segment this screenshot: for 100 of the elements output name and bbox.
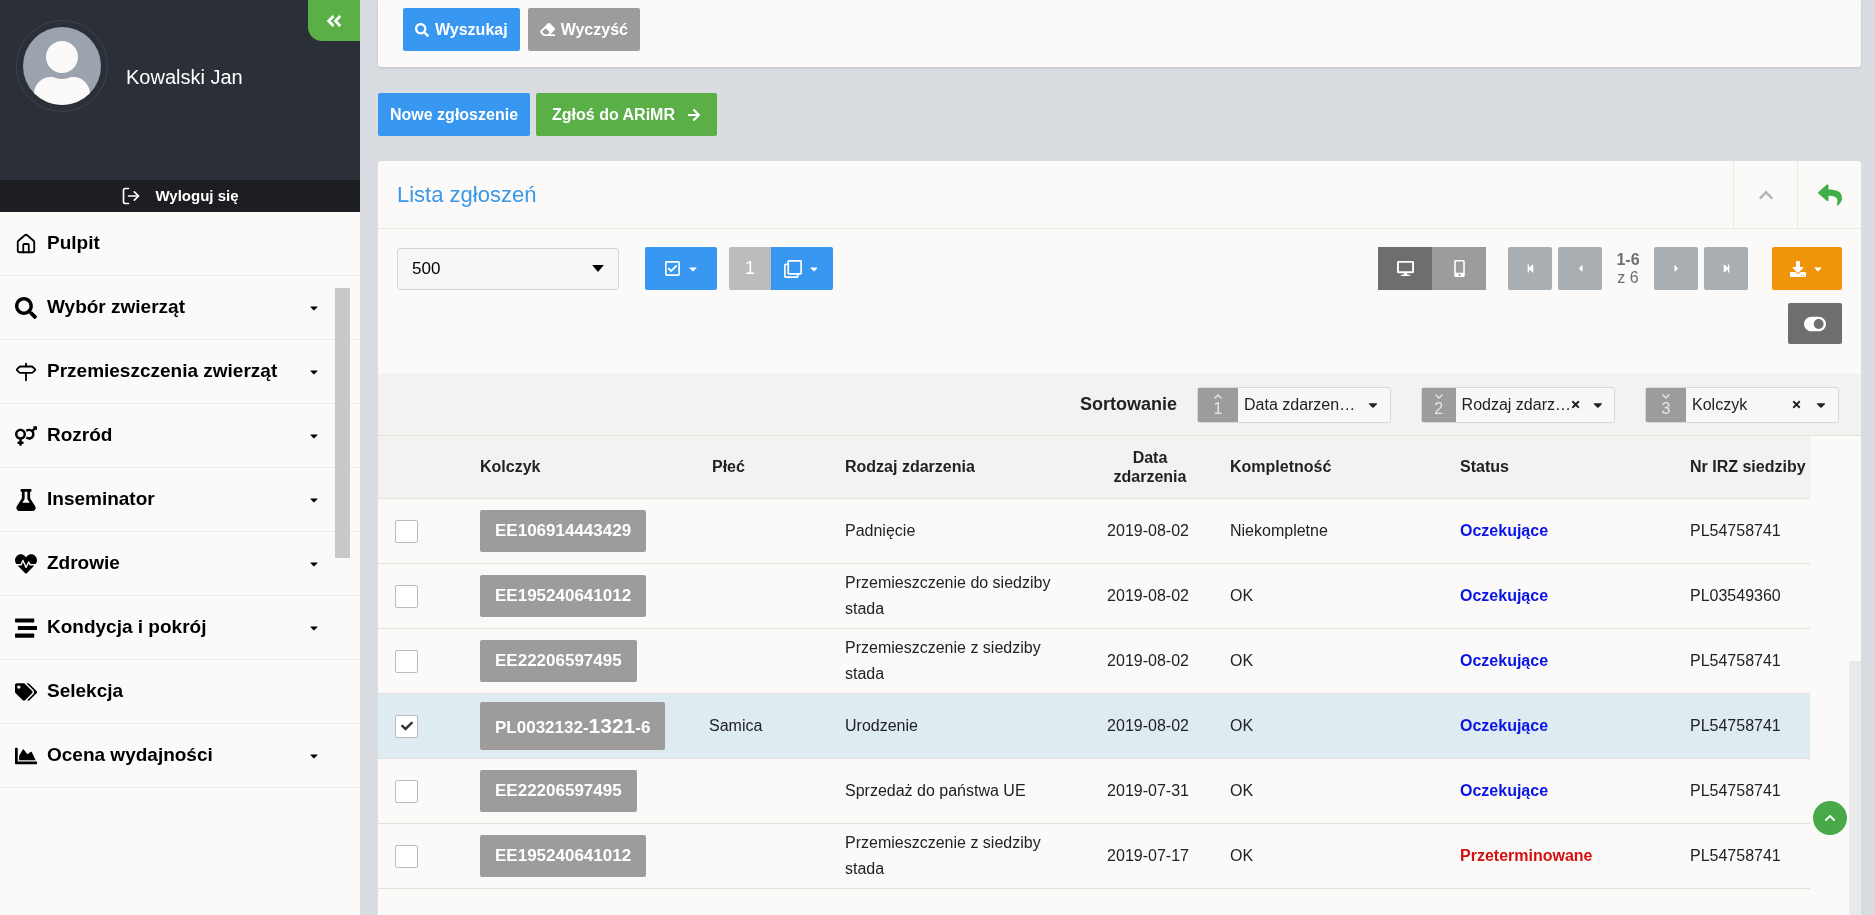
export-button[interactable] <box>1772 247 1842 290</box>
table-row[interactable]: PL0032132-1321-6 Samica Urodzenie 2019-08-02 OK Oczekujące PL54758741 <box>378 694 1810 759</box>
table-cell-text: Niekompletne <box>1230 521 1329 541</box>
scrollbar[interactable] <box>335 288 350 558</box>
bars-icon <box>15 616 37 639</box>
table-cell-text: OK <box>1230 716 1255 736</box>
search-icon <box>415 22 429 37</box>
status-text: Oczekujące <box>1460 521 1550 541</box>
select-menu-button[interactable] <box>645 247 717 290</box>
menu-item[interactable]: Selekcja <box>0 660 360 724</box>
toggle-columns-button[interactable] <box>1788 303 1842 344</box>
sort-order-badge: 1 <box>1198 387 1238 422</box>
table-cell-text: Przemieszczenie do siedziby stada <box>845 573 1052 619</box>
ear-tag-label: EE195240641012 <box>480 835 647 877</box>
column-header[interactable]: Kolczyk <box>480 455 712 479</box>
checkbox-icon <box>663 260 681 277</box>
ear-tag-label: PL0032132-1321-6 <box>480 702 666 750</box>
logout-link[interactable]: Wyloguj się <box>155 184 239 208</box>
chevron-down-icon <box>1432 392 1445 401</box>
table-row[interactable]: EE106914443429 Padnięcie 2019-08-02 Niekompletne Oczekujące PL54758741 <box>378 499 1810 564</box>
user-name: Kowalski Jan <box>126 65 243 90</box>
ear-tag-label: EE195240641012 <box>480 575 647 617</box>
copy-icon <box>784 259 802 278</box>
view-toggle-button[interactable] <box>1378 247 1432 290</box>
table-cell-text: PL54758741 <box>1690 716 1782 736</box>
first-page-button[interactable] <box>1508 247 1552 290</box>
table-cell-text: Samica <box>709 716 764 736</box>
reply-arrow-icon <box>1817 182 1842 207</box>
row-checkbox[interactable] <box>395 649 418 673</box>
table-cell-text: PL54758741 <box>1690 846 1782 866</box>
status-text: Oczekujące <box>1460 586 1550 606</box>
column-header[interactable]: Data zdarzenia <box>1105 448 1195 486</box>
sort-order-badge: 2 <box>1422 387 1456 422</box>
ear-tag-label: EE106914443429 <box>480 510 647 552</box>
table-cell-text: 2019-08-02 <box>1106 521 1190 541</box>
selected-count: 1 <box>729 247 771 290</box>
tags-icon <box>15 680 37 703</box>
last-page-button[interactable] <box>1704 247 1748 290</box>
table-cell-text: 2019-07-31 <box>1106 781 1190 801</box>
table-cell-text: Przemieszczenie z siedziby stada <box>845 833 1042 879</box>
sort-select[interactable]: 2 Rodzaj zdarz… <box>1421 386 1615 423</box>
table-row[interactable]: EE195240641012 Przemieszczenie do siedziby stada 2019-08-02 OK Oczekujące PL03549360 <box>378 564 1810 629</box>
row-checkbox[interactable] <box>395 844 418 868</box>
page-range: 1-6 <box>1616 250 1640 269</box>
row-checkbox[interactable] <box>395 519 418 543</box>
download-icon <box>1790 260 1806 277</box>
table-row[interactable]: EE195240641012 Przemieszczenie z siedziby stada 2019-07-17 OK Przeterminowane PL54758741 <box>378 824 1810 889</box>
bulk-actions-button[interactable] <box>771 247 833 290</box>
checkmark-icon <box>400 720 413 732</box>
status-text: Przeterminowane <box>1460 846 1594 866</box>
menu-item[interactable]: Kondycja i pokrój <box>0 596 360 660</box>
table-cell-text: PL03549360 <box>1690 586 1782 606</box>
sort-label: Sortowanie <box>1080 393 1177 416</box>
table-cell-text: 2019-08-02 <box>1106 716 1190 736</box>
menu-item[interactable]: Pulpit <box>0 212 360 276</box>
collapse-sidebar-button[interactable] <box>308 0 360 41</box>
caret-icon <box>592 265 604 272</box>
row-checkbox[interactable] <box>395 779 418 803</box>
table-cell-text: OK <box>1230 586 1255 606</box>
page-size-select[interactable]: 500 <box>397 247 619 290</box>
scrollbar[interactable] <box>1849 661 1861 915</box>
scroll-to-top-button[interactable] <box>1813 801 1847 835</box>
row-checkbox[interactable] <box>395 714 418 738</box>
table-cell-text: PL54758741 <box>1690 781 1782 801</box>
view-toggle-button[interactable] <box>1432 247 1486 290</box>
table-cell-text: OK <box>1230 781 1255 801</box>
first-page-icon <box>1525 264 1535 273</box>
sort-order-badge: 3 <box>1646 387 1686 422</box>
table-cell-text: Przemieszczenie z siedziby stada <box>845 638 1042 684</box>
table-cell-text: Urodzenie <box>845 716 919 736</box>
table-cell-text: 2019-07-17 <box>1106 846 1190 866</box>
person-silhouette-icon <box>32 41 92 105</box>
table-cell-text: OK <box>1230 651 1255 671</box>
menu-item[interactable]: Ocena wydajności <box>0 724 360 788</box>
chevron-up-icon <box>1212 392 1224 401</box>
sort-select[interactable]: 1 Data zdarzen… <box>1197 386 1391 423</box>
row-checkbox[interactable] <box>395 584 418 608</box>
column-header[interactable]: Status <box>1460 455 1690 479</box>
gender-icon <box>15 424 37 447</box>
clear-icon[interactable] <box>1791 399 1802 410</box>
last-page-icon <box>1721 264 1731 273</box>
table-cell-text: Padnięcie <box>845 521 917 541</box>
logout-icon <box>121 186 142 206</box>
column-header[interactable]: Kompletność <box>1230 455 1460 479</box>
ear-tag-label: EE22206597495 <box>480 640 637 682</box>
eraser-icon <box>539 22 555 37</box>
sort-select[interactable]: 3 Kolczyk <box>1645 386 1839 423</box>
table-row[interactable]: EE22206597495 Sprzedaż do państwa UE 2019-07-31 OK Oczekujące PL54758741 <box>378 759 1810 824</box>
clear-icon[interactable] <box>1571 399 1581 410</box>
home-icon <box>15 232 37 255</box>
table-cell-text: PL54758741 <box>1690 521 1782 541</box>
status-text: Oczekujące <box>1460 716 1550 736</box>
table-cell-text: OK <box>1230 846 1255 866</box>
heartbeat-icon <box>15 552 37 575</box>
column-header[interactable]: Płeć <box>712 455 845 479</box>
column-header[interactable]: Rodzaj zdarzenia <box>845 455 1105 479</box>
arrow-right-icon <box>687 107 701 122</box>
status-text: Oczekujące <box>1460 651 1550 671</box>
column-header[interactable]: Nr IRZ siedziby <box>1690 455 1810 479</box>
chevron-up-icon <box>1824 812 1836 824</box>
